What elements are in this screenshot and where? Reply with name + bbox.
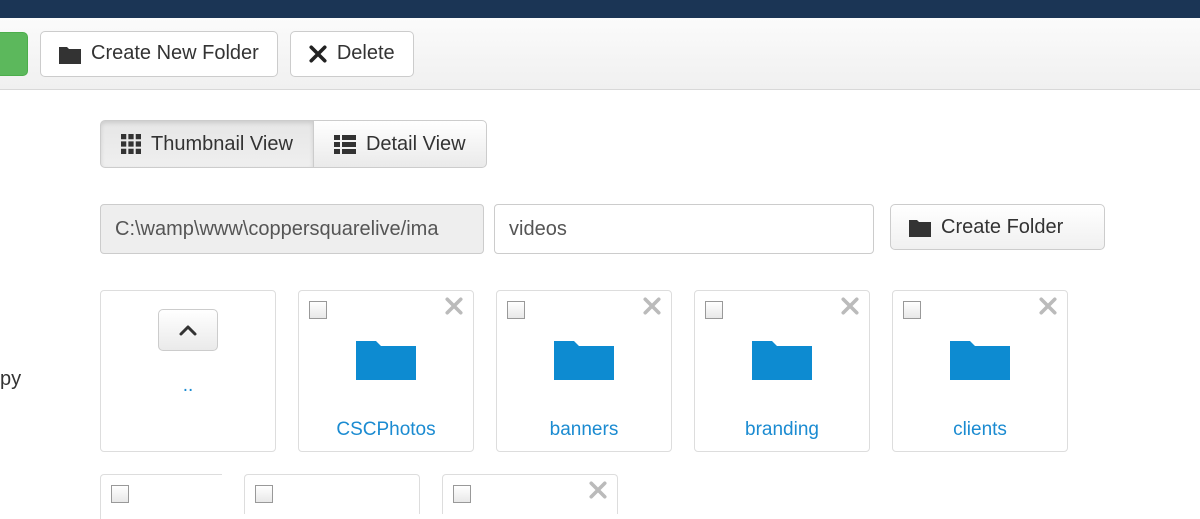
select-checkbox[interactable]: [705, 301, 723, 319]
folder-tile[interactable]: [244, 474, 420, 514]
folder-icon: [497, 335, 671, 381]
parent-folder-tile[interactable]: ..: [100, 290, 276, 452]
view-mode-tabs: Thumbnail View Detail View: [100, 120, 487, 168]
folder-tile[interactable]: branding: [694, 290, 870, 452]
folder-name[interactable]: clients: [893, 419, 1067, 441]
current-path-display: C:\wamp\www\coppersquarelive/ima: [100, 204, 484, 254]
folder-name[interactable]: banners: [497, 419, 671, 441]
folder-icon: [893, 335, 1067, 381]
select-checkbox[interactable]: [255, 485, 273, 503]
select-checkbox[interactable]: [111, 485, 129, 503]
delete-tile-button[interactable]: [445, 297, 463, 315]
create-folder-label: Create Folder: [941, 216, 1063, 239]
path-row: C:\wamp\www\coppersquarelive/ima Create …: [100, 204, 1200, 254]
folder-icon: [299, 335, 473, 381]
select-checkbox[interactable]: [903, 301, 921, 319]
new-folder-name-input[interactable]: [494, 204, 874, 254]
folder-icon: [695, 335, 869, 381]
folder-tile[interactable]: banners: [496, 290, 672, 452]
select-checkbox[interactable]: [507, 301, 525, 319]
sidebar-partial-text: py: [0, 368, 21, 391]
chevron-up-icon: [178, 321, 198, 339]
delete-label: Delete: [337, 42, 395, 65]
delete-tile-button[interactable]: [589, 481, 607, 499]
folder-tile[interactable]: [442, 474, 618, 514]
delete-tile-button[interactable]: [841, 297, 859, 315]
tab-detail-label: Detail View: [366, 133, 466, 156]
toolbar: Create New Folder Delete: [0, 18, 1200, 90]
go-up-button[interactable]: [158, 309, 218, 351]
grid-icon: [121, 134, 141, 154]
close-icon: [309, 45, 327, 63]
folder-icon: [59, 44, 81, 64]
folder-tile[interactable]: clients: [892, 290, 1068, 452]
folder-icon: [909, 217, 931, 237]
parent-folder-label: ..: [101, 375, 275, 397]
folder-grid: .. CSCPhotos banners: [100, 290, 1190, 519]
create-new-folder-label: Create New Folder: [91, 42, 259, 65]
select-checkbox[interactable]: [453, 485, 471, 503]
tab-thumbnail-view[interactable]: Thumbnail View: [100, 120, 314, 168]
folder-tile[interactable]: headers: [100, 474, 222, 519]
folder-name[interactable]: CSCPhotos: [299, 419, 473, 441]
delete-tile-button[interactable]: [643, 297, 661, 315]
tab-thumbnail-label: Thumbnail View: [151, 133, 293, 156]
folder-name[interactable]: branding: [695, 419, 869, 441]
create-new-folder-button[interactable]: Create New Folder: [40, 31, 278, 77]
select-checkbox[interactable]: [309, 301, 327, 319]
delete-button[interactable]: Delete: [290, 31, 414, 77]
delete-tile-button[interactable]: [1039, 297, 1057, 315]
current-path-text: C:\wamp\www\coppersquarelive/ima: [115, 218, 438, 241]
tab-detail-view[interactable]: Detail View: [313, 120, 487, 168]
top-nav-bar: [0, 0, 1200, 18]
folder-tile[interactable]: CSCPhotos: [298, 290, 474, 452]
list-icon: [334, 135, 356, 154]
partial-green-button[interactable]: [0, 32, 28, 76]
create-folder-button[interactable]: Create Folder: [890, 204, 1105, 250]
